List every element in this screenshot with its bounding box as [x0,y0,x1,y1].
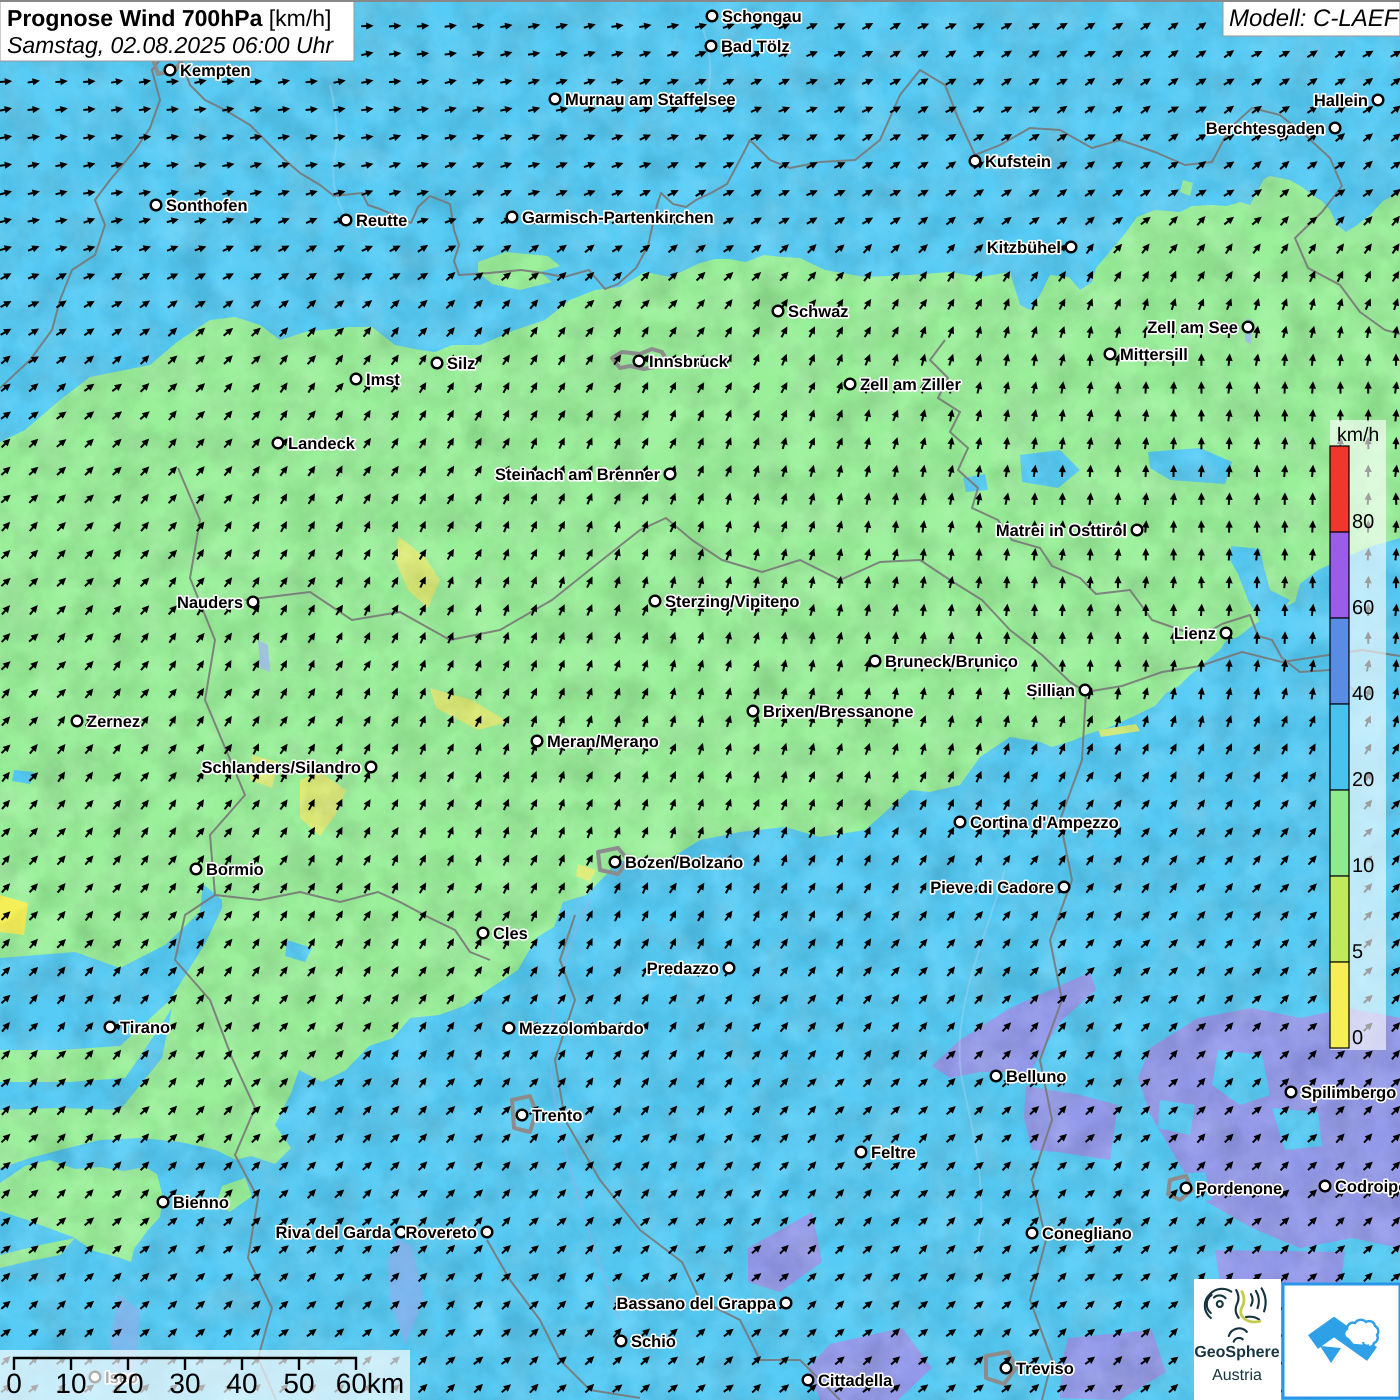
svg-text:Zernez: Zernez [87,713,140,731]
svg-text:Kufstein: Kufstein [985,153,1051,171]
svg-text:Feltre: Feltre [871,1144,916,1162]
svg-text:60: 60 [1352,597,1374,619]
svg-text:40: 40 [1352,683,1374,705]
svg-text:20: 20 [112,1368,143,1399]
svg-text:Bruneck/Brunico: Bruneck/Brunico [885,653,1018,671]
svg-text:Belluno: Belluno [1006,1068,1067,1086]
svg-text:Bozen/Bolzano: Bozen/Bolzano [625,854,743,872]
svg-text:Bormio: Bormio [206,861,264,879]
svg-text:Samstag, 02.08.2025 06:00 Uhr: Samstag, 02.08.2025 06:00 Uhr [7,32,334,58]
svg-text:Brixen/Bressanone: Brixen/Bressanone [763,703,913,721]
svg-text:Nauders: Nauders [177,594,243,612]
svg-text:10: 10 [55,1368,86,1399]
svg-text:Prognose Wind 700hPa [km/h]: Prognose Wind 700hPa [km/h] [7,5,331,31]
svg-text:Bad Tölz: Bad Tölz [721,38,790,56]
svg-text:Modell: C-LAEF: Modell: C-LAEF [1229,5,1400,32]
svg-text:Murnau am Staffelsee: Murnau am Staffelsee [565,91,736,109]
svg-text:km/h: km/h [1337,424,1379,446]
svg-text:Sonthofen: Sonthofen [166,197,248,215]
svg-text:Spilimbergo: Spilimbergo [1301,1084,1396,1102]
svg-text:Kitzbühel: Kitzbühel [987,239,1061,257]
svg-text:Cortina d'Ampezzo: Cortina d'Ampezzo [970,814,1119,832]
svg-text:Zell am See: Zell am See [1147,319,1238,337]
svg-text:Lienz: Lienz [1174,625,1216,643]
svg-text:30: 30 [169,1368,200,1399]
svg-text:Pordenone: Pordenone [1196,1180,1282,1198]
svg-text:Cles: Cles [493,925,528,943]
svg-text:Berchtesgaden: Berchtesgaden [1206,120,1325,138]
svg-text:60km: 60km [336,1368,404,1399]
svg-text:20: 20 [1352,769,1374,791]
svg-text:40: 40 [226,1368,257,1399]
svg-text:Hallein: Hallein [1314,92,1368,110]
svg-text:Cittadella: Cittadella [818,1372,893,1390]
svg-text:Schongau: Schongau [722,8,802,26]
svg-text:Steinach am Brenner: Steinach am Brenner [495,466,661,484]
svg-text:Schwaz: Schwaz [788,303,849,321]
svg-text:Bienno: Bienno [173,1194,229,1212]
svg-text:GeoSphere: GeoSphere [1194,1344,1279,1361]
svg-text:Codroipo: Codroipo [1335,1178,1400,1196]
svg-text:Sillian: Sillian [1026,682,1075,700]
svg-text:Schio: Schio [631,1333,676,1351]
svg-text:50: 50 [283,1368,314,1399]
svg-text:Mittersill: Mittersill [1120,346,1188,364]
svg-text:Treviso: Treviso [1016,1360,1074,1378]
svg-text:Meran/Merano: Meran/Merano [547,733,659,751]
svg-text:Sterzing/Vipiteno: Sterzing/Vipiteno [665,593,799,611]
svg-text:Predazzo: Predazzo [647,960,719,978]
svg-text:Matrei in Osttirol: Matrei in Osttirol [996,522,1127,540]
svg-text:Rovereto: Rovereto [405,1224,477,1242]
svg-text:Riva del Garda: Riva del Garda [275,1224,391,1242]
svg-text:Mezzolombardo: Mezzolombardo [519,1020,644,1038]
svg-text:5: 5 [1352,941,1363,963]
svg-text:Kempten: Kempten [180,62,251,80]
svg-text:Innsbruck: Innsbruck [649,353,729,371]
svg-text:Reutte: Reutte [356,212,407,230]
svg-text:80: 80 [1352,511,1374,533]
svg-text:Bassano del Grappa: Bassano del Grappa [616,1295,776,1313]
svg-text:0: 0 [1352,1027,1363,1049]
svg-text:10: 10 [1352,855,1374,877]
svg-text:Pieve di Cadore: Pieve di Cadore [930,879,1054,897]
svg-text:Austria: Austria [1212,1367,1262,1384]
svg-text:Schlanders/Silandro: Schlanders/Silandro [201,759,361,777]
svg-text:Landeck: Landeck [288,435,356,453]
svg-text:Silz: Silz [447,355,475,373]
svg-text:Tirano: Tirano [120,1019,170,1037]
svg-text:Imst: Imst [366,371,400,389]
svg-text:Trento: Trento [532,1107,582,1125]
svg-text:0: 0 [6,1368,22,1399]
svg-text:Zell am Ziller: Zell am Ziller [860,376,961,394]
svg-text:Garmisch-Partenkirchen: Garmisch-Partenkirchen [522,209,714,227]
svg-text:Conegliano: Conegliano [1042,1225,1132,1243]
